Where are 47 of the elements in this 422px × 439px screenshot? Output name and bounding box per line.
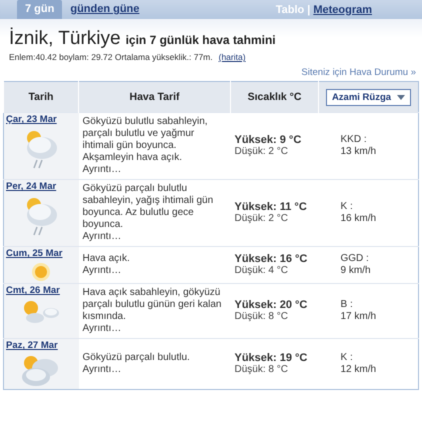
low-temperature: Düşük: 8 °C — [234, 311, 289, 323]
details-link[interactable]: Ayrıntı… — [82, 265, 122, 277]
wind-speed: 9 km/h — [340, 265, 372, 277]
weather-description: Hava açık sabahleyin, gökyüzü parçalı bulutlu günün geri kalan kısmında. — [82, 287, 222, 323]
wind-direction: K : — [340, 201, 354, 213]
date-link[interactable]: Per, 24 Mar — [6, 181, 76, 193]
sun-clouds-icon — [21, 299, 62, 325]
low-temperature: Düşük: 4 °C — [234, 265, 289, 277]
separator: | — [307, 4, 310, 16]
wind-speed: 16 km/h — [340, 213, 378, 225]
view-link[interactable]: Meteogram — [313, 4, 372, 16]
column-header: Tarih — [4, 82, 78, 112]
weather-description: Hava açık. — [82, 253, 131, 265]
weather-description: Gökyüzü parçalı bulutlu. — [82, 352, 191, 364]
caret-icon — [397, 94, 406, 100]
wind-direction: KKD : — [340, 134, 368, 146]
low-temperature: Düşük: 2 °C — [234, 146, 289, 158]
wind-dropdown[interactable]: Azami Rüzga — [326, 88, 412, 106]
high-temperature: Yüksek: 16 °C — [234, 253, 308, 265]
weather-description: Gökyüzü bulutlu sabahleyin, parçalı bulutlu ve yağmur ihtimali gün boyunca. Akşamleyin hava açık. — [82, 116, 209, 164]
wind-speed: 12 km/h — [340, 364, 378, 376]
details-link[interactable]: Ayrıntı… — [82, 364, 122, 376]
sun-icon — [31, 262, 52, 282]
high-temperature: Yüksek: 20 °C — [234, 299, 308, 311]
widget-link[interactable]: Siteniz için Hava Durumu » — [301, 67, 416, 78]
wind-direction: K : — [340, 352, 354, 364]
wind-speed: 17 km/h — [340, 311, 378, 323]
wind-speed: 13 km/h — [340, 146, 378, 158]
high-temperature: Yüksek: 19 °C — [234, 352, 308, 364]
wind-direction: GGD : — [340, 253, 370, 265]
date-link[interactable]: Çar, 23 Mar — [6, 114, 76, 126]
details-link[interactable]: Ayrıntı… — [82, 164, 122, 176]
weather-description: Gökyüzü parçalı bulutlu sabahleyin, yağış ihtimali gün boyunca. Az bulutlu gece boyunca. — [82, 183, 214, 231]
column-header: Sıcaklık °C — [230, 82, 318, 112]
column-header: Hava Tarif — [78, 82, 230, 112]
details-link[interactable]: Ayrıntı… — [82, 231, 122, 243]
map-link[interactable]: (harita) — [218, 52, 246, 62]
low-temperature: Düşük: 2 °C — [234, 213, 289, 225]
forecast-subtitle: için 7 günlük hava tahmini — [126, 33, 276, 47]
high-temperature: Yüksek: 9 °C — [234, 134, 302, 146]
low-temperature: Düşük: 8 °C — [234, 364, 289, 376]
location-title: İznik, Türkiye — [9, 28, 121, 50]
high-temperature: Yüksek: 11 °C — [234, 201, 308, 213]
details-link[interactable]: Ayrıntı… — [82, 323, 122, 335]
wind-direction: B : — [340, 299, 354, 311]
coordinates-text: Enlem:40.42 boylam: 29.72 Ortalama yükseklik.: 77m. — [9, 52, 213, 62]
tab[interactable]: günden güne — [62, 0, 148, 19]
